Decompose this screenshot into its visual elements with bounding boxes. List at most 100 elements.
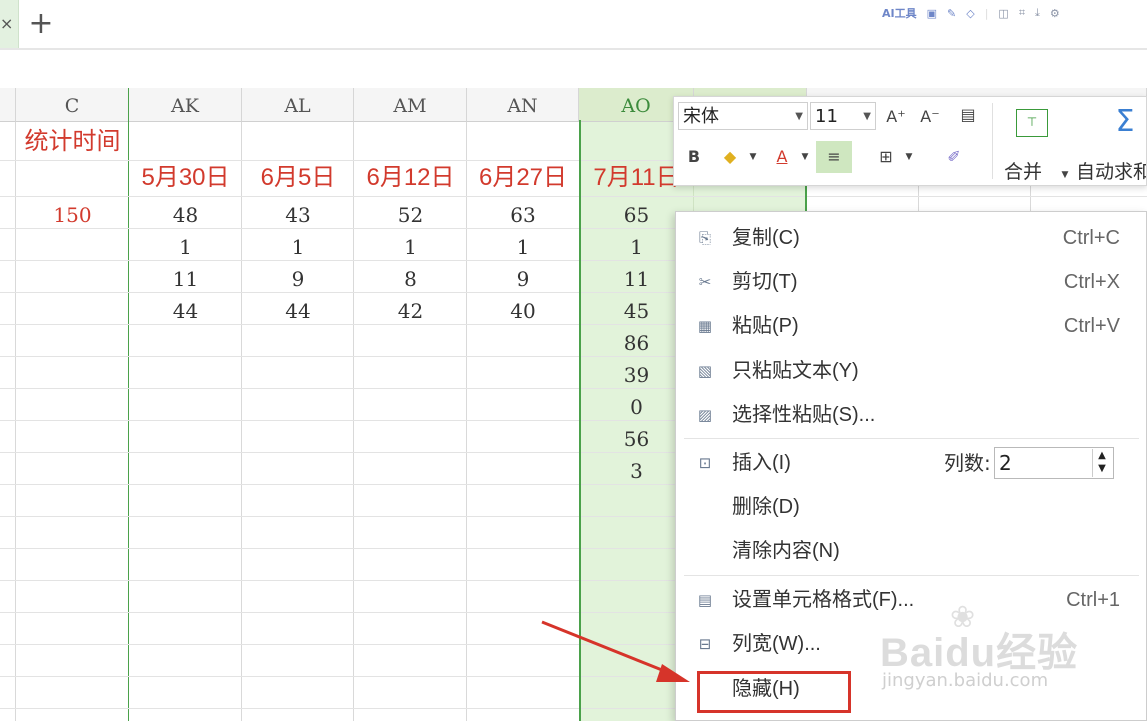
column-header-al[interactable]: AL xyxy=(242,88,354,122)
formula-bar[interactable] xyxy=(0,50,1147,89)
pen-icon[interactable]: ✎ xyxy=(947,7,956,20)
table-cell[interactable]: 63 xyxy=(467,200,579,230)
menu-separator xyxy=(684,438,1139,439)
table-cell[interactable]: 1 xyxy=(242,232,354,262)
table-cell[interactable]: 43 xyxy=(242,200,354,230)
watermark-url: jingyan.baidu.com xyxy=(882,670,1049,691)
separator-icon: | xyxy=(984,6,989,20)
bold-button[interactable]: B xyxy=(682,145,706,169)
table-cell[interactable]: 52 xyxy=(354,200,467,230)
cell-c-value[interactable]: 150 xyxy=(16,200,129,230)
font-name-value: 宋体 xyxy=(683,106,719,127)
floating-format-toolbar: 宋体 ▼ 11 ▼ A⁺ A⁻ ▤ B ◆ ▼ A ▼ ≡ ⊞ ▼ ✐ ⊤ 合并 ▼… xyxy=(673,96,1147,186)
column-count-stepper[interactable]: 2 ▲ ▼ xyxy=(994,447,1114,479)
insert-icon: ⊡ xyxy=(698,454,712,472)
column-header-ak[interactable]: AK xyxy=(129,88,242,122)
menu-separator xyxy=(684,575,1139,576)
menu-item-label: 选择性粘贴(S)... xyxy=(732,404,876,426)
scissors-icon: ✂ xyxy=(698,273,712,291)
save-icon[interactable]: ⤓ xyxy=(1035,6,1040,20)
screenshot-icon[interactable]: ◫ xyxy=(998,7,1008,20)
chevron-down-icon[interactable]: ▼ xyxy=(902,145,916,169)
column-width-icon: ⊟ xyxy=(698,635,712,653)
menu-item-clear[interactable]: 清除内容(N) xyxy=(676,529,1146,573)
menu-item-label: 清除内容(N) xyxy=(732,540,840,562)
menu-item-label: 粘贴(P) xyxy=(732,315,799,337)
menu-item-delete[interactable]: 删除(D) xyxy=(676,485,1146,529)
eraser-icon[interactable]: ◇ xyxy=(966,7,974,20)
menu-item-shortcut: Ctrl+C xyxy=(1062,227,1120,249)
spin-arrows-icon[interactable]: ▲ ▼ xyxy=(1092,449,1111,477)
close-icon[interactable]: × xyxy=(0,14,13,33)
menu-item-label: 剪切(T) xyxy=(732,271,798,293)
menu-item-label: 复制(C) xyxy=(732,227,800,249)
column-count-value: 2 xyxy=(999,451,1012,475)
chevron-down-icon: ▼ xyxy=(795,111,803,122)
merge-cells-icon[interactable]: ⊤ xyxy=(1016,109,1048,137)
chevron-down-icon[interactable]: ▼ xyxy=(1060,163,1070,187)
table-cell[interactable]: 40 xyxy=(467,296,579,326)
column-count-label: 列数: xyxy=(944,451,991,475)
column-header-am[interactable]: AM xyxy=(354,88,467,122)
sum-icon[interactable]: Σ xyxy=(1110,105,1140,139)
table-cell[interactable]: 44 xyxy=(129,296,242,326)
chevron-down-icon[interactable]: ▼ xyxy=(746,145,760,169)
border-icon[interactable]: ⊞ xyxy=(874,145,898,169)
menu-item-shortcut: Ctrl+V xyxy=(1063,315,1120,337)
menu-item-label: 删除(D) xyxy=(732,496,800,518)
table-cell[interactable]: 48 xyxy=(129,200,242,230)
table-cell[interactable]: 1 xyxy=(467,232,579,262)
settings-icon[interactable]: ⚙ xyxy=(1050,7,1060,20)
menu-item-paste-text[interactable]: ▧ 只粘贴文本(Y) xyxy=(676,349,1146,393)
merge-button[interactable]: 合并 xyxy=(1004,157,1042,184)
date-header[interactable]: 6月5日 xyxy=(242,160,354,196)
shrink-font-button[interactable]: A⁻ xyxy=(918,105,942,129)
date-header[interactable]: 6月12日 xyxy=(354,160,467,196)
align-center-icon[interactable]: ≡ xyxy=(816,141,852,173)
menu-item-cut[interactable]: ✂ 剪切(T) Ctrl+X xyxy=(676,260,1146,304)
menu-item-insert[interactable]: ⊡ 插入(I) 列数: 2 ▲ ▼ xyxy=(676,441,1146,485)
fill-color-icon[interactable]: ◆ xyxy=(718,145,742,169)
add-tab-button[interactable]: + xyxy=(26,6,56,42)
table-cell[interactable]: 42 xyxy=(354,296,467,326)
column-header-an[interactable]: AN xyxy=(467,88,579,122)
divider xyxy=(992,103,993,179)
ai-tool-button[interactable]: AI工具 xyxy=(882,5,917,21)
paste-special-icon: ▨ xyxy=(697,406,713,424)
autosum-button[interactable]: 自动求和 xyxy=(1076,157,1146,184)
menu-item-paste-special[interactable]: ▨ 选择性粘贴(S)... xyxy=(676,393,1146,437)
table-cell[interactable]: 9 xyxy=(467,264,579,294)
menu-item-label: 列宽(W)... xyxy=(732,633,821,655)
paste-icon: ▦ xyxy=(697,317,713,335)
column-header-c[interactable]: C xyxy=(16,88,129,122)
crop-icon[interactable]: ⌗ xyxy=(1019,6,1025,20)
table-cell[interactable]: 1 xyxy=(354,232,467,262)
row-header-corner[interactable] xyxy=(0,88,16,122)
top-toolbar-icons: AI工具 ▣ ✎ ◇ | ◫ ⌗ ⤓ ⚙ xyxy=(874,0,1147,26)
date-header[interactable]: 5月30日 xyxy=(129,160,242,196)
table-cell[interactable]: 11 xyxy=(129,264,242,294)
font-name-select[interactable]: 宋体 ▼ xyxy=(678,102,808,130)
image-icon[interactable]: ▣ xyxy=(927,7,937,20)
font-size-select[interactable]: 11 ▼ xyxy=(810,102,876,130)
chevron-down-icon: ▼ xyxy=(863,111,871,122)
font-color-button[interactable]: A xyxy=(770,145,794,169)
highlight-box xyxy=(697,671,851,713)
table-cell[interactable]: 44 xyxy=(242,296,354,326)
menu-item-label: 插入(I) xyxy=(732,452,791,474)
table-cell[interactable]: 9 xyxy=(242,264,354,294)
sheet-tab[interactable]: × xyxy=(0,0,19,48)
menu-item-copy[interactable]: ⎘ 复制(C) Ctrl+C xyxy=(676,216,1146,260)
format-painter-icon[interactable]: ✐ xyxy=(942,145,966,169)
wrap-text-icon[interactable]: ▤ xyxy=(956,103,980,127)
table-cell[interactable]: 1 xyxy=(129,232,242,262)
grow-font-button[interactable]: A⁺ xyxy=(884,105,908,129)
chevron-down-icon[interactable]: ▼ xyxy=(798,145,812,169)
cell-title[interactable]: 统计时间 xyxy=(16,124,129,160)
title-bar: × + AI工具 ▣ ✎ ◇ | ◫ ⌗ ⤓ ⚙ xyxy=(0,0,1147,50)
watermark: ❀ Baidu经验 jingyan.baidu.com xyxy=(880,600,1110,700)
menu-item-paste[interactable]: ▦ 粘贴(P) Ctrl+V xyxy=(676,304,1146,348)
table-cell[interactable]: 8 xyxy=(354,264,467,294)
menu-item-shortcut: Ctrl+X xyxy=(1063,271,1120,293)
date-header[interactable]: 6月27日 xyxy=(467,160,579,196)
